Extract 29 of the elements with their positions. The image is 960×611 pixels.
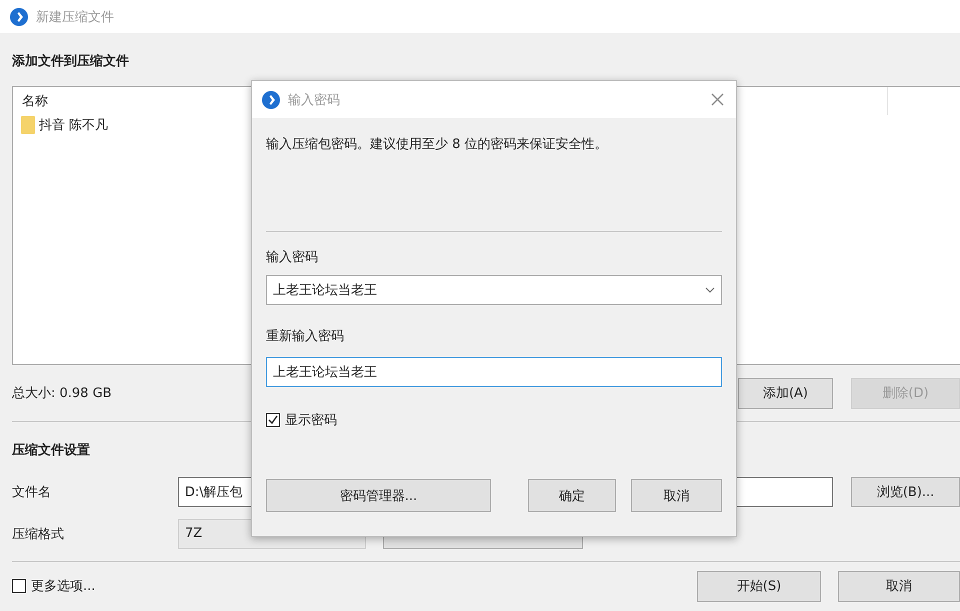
dialog-button[interactable]: 确定 — [528, 479, 616, 512]
checkbox[interactable] — [266, 413, 280, 427]
chevron-down-icon — [705, 287, 715, 293]
field-label: 压缩格式 — [12, 526, 65, 542]
dialog-button[interactable]: 取消 — [631, 479, 722, 512]
password-manager-button[interactable]: 密码管理器... — [266, 479, 491, 512]
checkbox-label[interactable]: 更多选项... — [31, 577, 96, 595]
list-button[interactable]: 添加(A) — [738, 378, 833, 408]
browse-button[interactable]: 浏览(B)... — [851, 476, 960, 506]
section-heading: 压缩文件设置 — [12, 442, 91, 459]
section-heading: 添加文件到压缩文件 — [12, 52, 130, 70]
field-label: 文件名 — [12, 484, 52, 500]
total-size: 总大小: 0.98 GB — [12, 385, 112, 402]
window-title: 新建压缩文件 — [36, 8, 114, 26]
field-label: 输入密码 — [266, 249, 319, 266]
checkbox-label[interactable]: 显示密码 — [285, 411, 337, 429]
confirm-password-field[interactable]: 上老王论坛当老王 — [266, 357, 722, 387]
dialog-title: 输入密码 — [288, 92, 341, 108]
footer-button[interactable]: 开始(S) — [697, 570, 821, 602]
footer-button[interactable]: 取消 — [838, 570, 960, 602]
file-name[interactable]: 抖音 陈不凡 — [39, 116, 108, 134]
app-logo-icon — [10, 8, 28, 26]
folder-icon — [21, 116, 35, 134]
field-label: 重新输入密码 — [266, 328, 345, 345]
app-logo-icon — [262, 90, 280, 108]
password-combo[interactable]: 上老王论坛当老王 — [266, 275, 722, 305]
checkbox[interactable] — [12, 579, 26, 593]
close-icon[interactable] — [711, 93, 724, 106]
dialog-message: 输入压缩包密码。建议使用至少 8 位的密码来保证安全性。 — [266, 136, 609, 153]
